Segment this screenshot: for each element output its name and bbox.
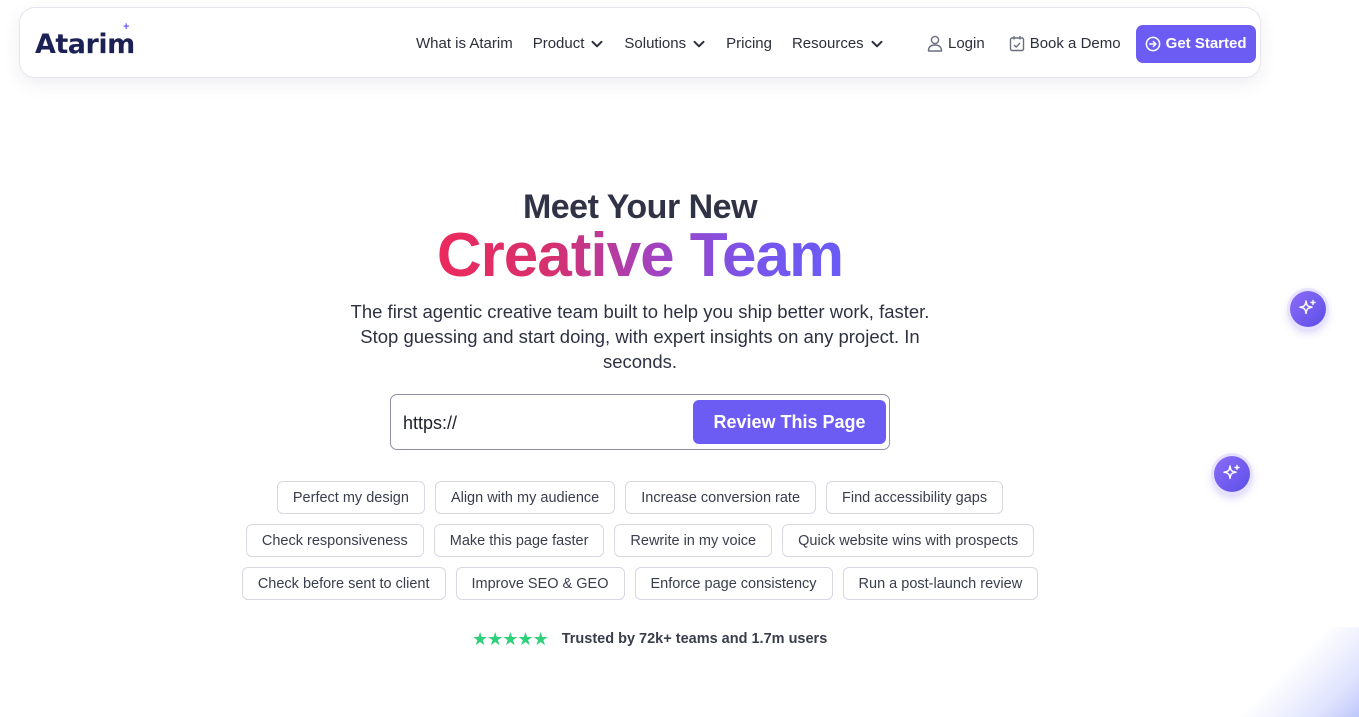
- ai-assistant-button[interactable]: [1290, 291, 1326, 327]
- suggestion-chip[interactable]: Run a post-launch review: [842, 567, 1039, 600]
- star-icon: ★: [517, 629, 534, 649]
- hero-subtitle: The first agentic creative team built to…: [350, 301, 930, 372]
- hero-heading-line2: Creative Team: [0, 222, 1280, 290]
- book-demo-link[interactable]: Book a Demo: [1009, 35, 1121, 52]
- suggestion-chips-row-1: Perfect my design Align with my audience…: [0, 481, 1280, 514]
- nav-label: Resources: [791, 35, 864, 52]
- login-label: Login: [948, 35, 985, 52]
- suggestion-chip[interactable]: Increase conversion rate: [625, 481, 817, 514]
- suggestion-chip[interactable]: Check before sent to client: [241, 567, 446, 600]
- corner-glow-decoration: [1229, 627, 1359, 717]
- ai-assistant-button[interactable]: [1214, 456, 1250, 492]
- login-link[interactable]: Login: [927, 35, 985, 52]
- logo-spark-icon: +: [123, 21, 130, 33]
- nav-actions: Login Book a Demo Get Started: [927, 8, 1256, 79]
- arrow-circle-right-icon: [1145, 36, 1161, 51]
- trust-text: Trusted by 72k+ teams and 1.7m users: [561, 631, 828, 647]
- nav-label: Pricing: [726, 35, 772, 52]
- chevron-down-icon: [591, 40, 603, 47]
- main-nav: What is Atarim Product Solutions Pricing…: [416, 8, 904, 79]
- nav-what-is-atarim[interactable]: What is Atarim: [416, 35, 513, 52]
- chevron-down-icon: [693, 40, 705, 47]
- suggestion-chip[interactable]: Quick website wins with prospects: [782, 524, 1035, 557]
- suggestion-chip[interactable]: Align with my audience: [434, 481, 616, 514]
- star-icon: ★: [472, 629, 489, 649]
- user-icon: [927, 35, 943, 52]
- nav-resources[interactable]: Resources: [792, 35, 884, 52]
- suggestion-chip[interactable]: Enforce page consistency: [634, 567, 833, 600]
- rating-stars: ★ ★ ★ ★ ★: [472, 629, 549, 649]
- atarim-logo[interactable]: Atarim +: [35, 21, 135, 61]
- suggestion-chips-row-3: Check before sent to client Improve SEO …: [0, 567, 1280, 600]
- top-navbar: Atarim + What is Atarim Product Solution…: [19, 7, 1261, 78]
- review-page-button[interactable]: Review This Page: [693, 400, 886, 444]
- suggestion-chip[interactable]: Check responsiveness: [245, 524, 424, 557]
- suggestion-chip[interactable]: Make this page faster: [433, 524, 605, 557]
- suggestion-chips-row-2: Check responsiveness Make this page fast…: [0, 524, 1280, 557]
- trust-bar: ★ ★ ★ ★ ★ Trusted by 72k+ teams and 1.7m…: [472, 630, 827, 648]
- star-icon: ★: [502, 629, 519, 649]
- sparkle-icon: [1223, 464, 1240, 480]
- calendar-check-icon: [1009, 36, 1024, 52]
- nav-pricing[interactable]: Pricing: [726, 35, 772, 52]
- nav-label: Product: [532, 35, 585, 52]
- get-started-label: Get Started: [1165, 35, 1247, 52]
- demo-label: Book a Demo: [1029, 35, 1121, 52]
- chevron-down-icon: [871, 40, 883, 47]
- star-icon: ★: [487, 629, 504, 649]
- nav-solutions[interactable]: Solutions: [624, 35, 706, 52]
- hero-gradient-text: Creative Team: [436, 221, 844, 290]
- suggestion-chip[interactable]: Perfect my design: [276, 481, 425, 514]
- suggestion-chip[interactable]: Rewrite in my voice: [614, 524, 773, 557]
- sparkle-icon: [1299, 299, 1316, 315]
- logo-wordmark: Atarim: [35, 28, 135, 60]
- suggestion-chip[interactable]: Find accessibility gaps: [826, 481, 1004, 514]
- star-icon: ★: [532, 629, 549, 649]
- get-started-button[interactable]: Get Started: [1135, 24, 1256, 63]
- url-review-form: Review This Page: [390, 394, 890, 450]
- suggestion-chip[interactable]: Improve SEO & GEO: [455, 567, 625, 600]
- nav-product[interactable]: Product: [533, 35, 605, 52]
- nav-label: Solutions: [624, 35, 687, 52]
- nav-label: What is Atarim: [416, 35, 513, 52]
- url-input[interactable]: [403, 409, 683, 437]
